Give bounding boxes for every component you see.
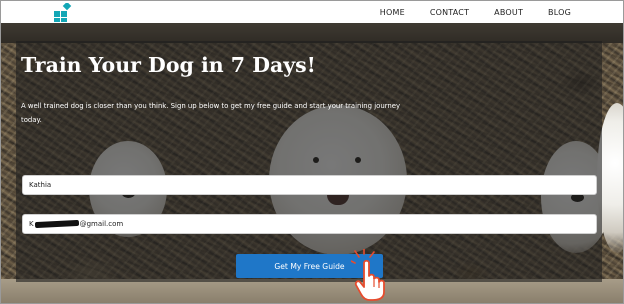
hero-subtext: A well trained dog is closer than you th… xyxy=(21,102,401,124)
browser-page: HOME CONTACT ABOUT BLOG Train Your Dog i… xyxy=(0,0,624,304)
email-input-suffix: @gmail.com xyxy=(79,220,124,228)
name-input-value: Kathia xyxy=(29,181,52,189)
email-input-prefix: K xyxy=(29,220,34,228)
signup-overlay-panel xyxy=(16,41,602,282)
nav-contact-link[interactable]: CONTACT xyxy=(430,8,469,17)
background-log-bottom xyxy=(1,279,623,303)
name-input[interactable]: Kathia xyxy=(22,175,597,195)
background-log xyxy=(1,23,623,43)
pointer-hand-cursor-icon xyxy=(351,249,385,301)
email-input[interactable]: K @gmail.com xyxy=(22,214,597,234)
top-navbar: HOME CONTACT ABOUT BLOG xyxy=(1,1,623,23)
nav-home-link[interactable]: HOME xyxy=(380,8,405,17)
nav-about-link[interactable]: ABOUT xyxy=(494,8,523,17)
hero-headline: Train Your Dog in 7 Days! xyxy=(21,53,316,77)
email-redaction-scribble xyxy=(34,219,79,228)
nav-links: HOME CONTACT ABOUT BLOG xyxy=(380,1,571,23)
site-logo-icon[interactable] xyxy=(53,3,72,22)
nav-blog-link[interactable]: BLOG xyxy=(548,8,571,17)
